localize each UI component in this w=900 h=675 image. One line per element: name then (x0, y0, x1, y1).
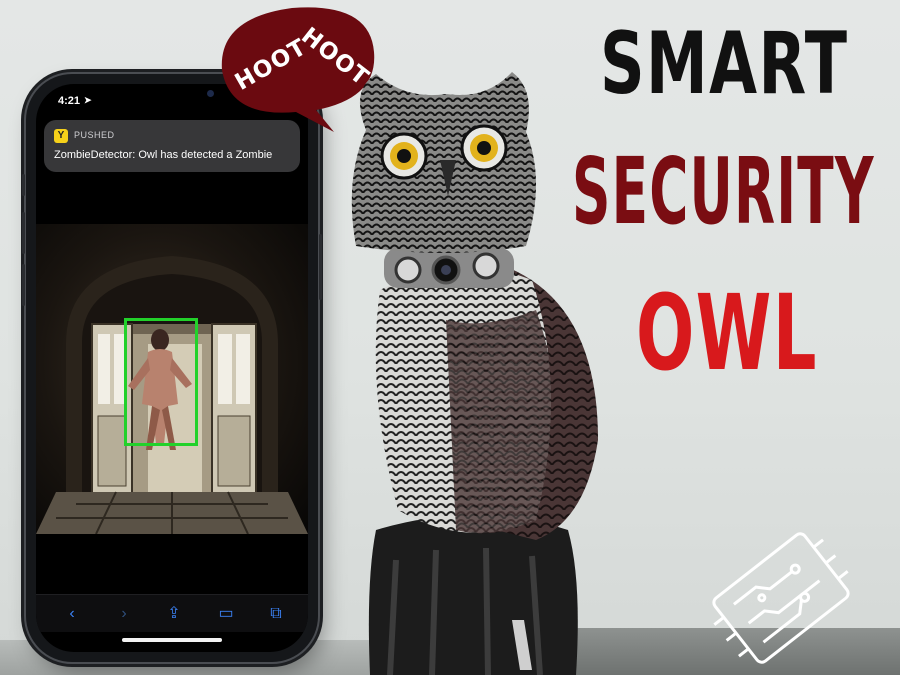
title-owl: OWL (636, 272, 818, 394)
status-time: 4:21 (58, 95, 81, 107)
circuit-board-icon (706, 528, 856, 673)
notification-app-name: PUSHED (74, 130, 115, 140)
pushed-app-icon: Y (54, 129, 68, 143)
location-arrow-icon: ➤ (84, 95, 92, 105)
detection-bounding-box (124, 318, 198, 446)
back-button[interactable]: ‹ (60, 603, 84, 625)
tabs-button[interactable]: ⧉ (264, 603, 288, 625)
detection-photo (36, 224, 308, 534)
side-button (319, 234, 322, 300)
mute-switch (22, 174, 25, 196)
notification-message: ZombieDetector: Owl has detected a Zombi… (54, 149, 273, 161)
volume-down-button (22, 264, 25, 306)
bookmarks-button[interactable]: ▭ (214, 603, 238, 625)
title-smart: SMART (600, 14, 849, 114)
home-indicator[interactable] (122, 638, 222, 642)
volume-up-button (22, 212, 25, 254)
forward-button[interactable]: › (112, 603, 136, 625)
owl-statue (336, 60, 606, 675)
share-button[interactable]: ⇪ (162, 603, 186, 625)
title-security: SECURITY (572, 138, 875, 245)
phone-screen: 4:21 ➤ Y PUSHED ZombieDetector: Owl has … (36, 84, 308, 652)
smartphone: 4:21 ➤ Y PUSHED ZombieDetector: Owl has … (22, 74, 322, 662)
browser-toolbar: ‹ › ⇪ ▭ ⧉ (36, 594, 308, 632)
